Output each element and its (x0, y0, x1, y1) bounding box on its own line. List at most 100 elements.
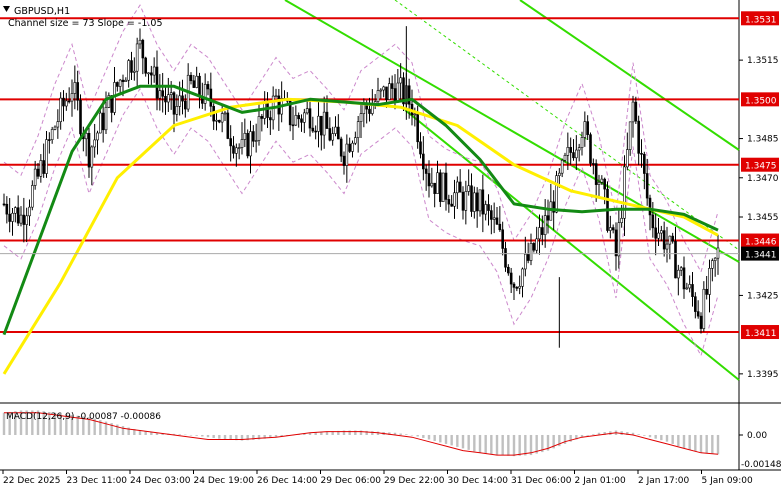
candle-body (458, 181, 462, 193)
candle-body (662, 230, 666, 250)
candle-body (121, 79, 125, 82)
candle-body (376, 90, 380, 102)
candle-body (447, 199, 451, 205)
candle-body (348, 143, 351, 152)
candle-body (470, 185, 473, 212)
level-label: 1.3475 (745, 162, 777, 172)
candle-body (118, 79, 122, 87)
candle-body (467, 185, 470, 192)
candle-body (152, 66, 156, 76)
macd-histogram-bar (410, 434, 414, 436)
candle-body (359, 113, 363, 122)
candle-body (549, 201, 553, 221)
candle-body (362, 104, 366, 114)
macd-histogram-bar (121, 426, 125, 435)
candle-body (220, 113, 224, 123)
candle-body (521, 268, 524, 287)
candle-body (90, 146, 94, 168)
candle-body (657, 232, 660, 239)
candle-body (87, 132, 91, 168)
candle-body (546, 215, 550, 221)
macd-histogram-bar (473, 434, 476, 452)
macd-histogram-bar (648, 434, 652, 438)
candle-body (382, 86, 385, 91)
level-label: 1.3500 (745, 96, 777, 106)
candle-body (603, 178, 606, 190)
candle-body (25, 215, 28, 225)
macd-histogram-bar (694, 434, 697, 452)
candle-body (16, 207, 20, 224)
x-tick-label: 22 Dec 2025 (3, 476, 61, 486)
candle-body (39, 160, 43, 177)
macd-histogram-bar (439, 434, 442, 443)
candle-body (144, 57, 147, 74)
candle-body (19, 214, 23, 224)
macd-min-label: -0.00148 (741, 460, 781, 470)
macd-histogram-bar (478, 434, 482, 453)
candle-body (696, 311, 700, 317)
candle-body (178, 95, 181, 107)
candle-body (577, 147, 581, 151)
candle-body (303, 112, 306, 123)
candle-body (209, 88, 213, 107)
candle-body (184, 100, 187, 110)
candle-body (453, 192, 456, 207)
candle-body (93, 139, 96, 148)
candle-body (682, 267, 686, 290)
candle-body (53, 126, 57, 130)
candle-body (586, 121, 589, 135)
candle-body (515, 287, 519, 289)
macd-zero-label: 0.00 (747, 431, 767, 441)
candle-body (475, 192, 479, 212)
candle-body (688, 284, 691, 289)
candle-body (175, 106, 179, 115)
candle-body (484, 204, 487, 215)
candle-body (617, 222, 621, 257)
level-label: 1.3411 (745, 329, 777, 339)
macd-histogram-bar (592, 434, 595, 435)
candle-body (611, 227, 615, 231)
macd-histogram-bar (178, 434, 181, 435)
candle-body (413, 113, 417, 116)
candle-body (48, 139, 51, 141)
candle-body (498, 223, 502, 231)
candle-body (67, 100, 71, 103)
candle-body (141, 39, 145, 59)
candle-body (76, 82, 79, 101)
candle-body (572, 152, 575, 159)
x-tick-label: 2 Jan 17:00 (638, 476, 690, 486)
candle-body (637, 120, 640, 154)
candle-body (713, 257, 717, 261)
macd-histogram-bar (433, 434, 436, 441)
candle-body (388, 83, 391, 100)
candle-body (694, 296, 697, 312)
x-tick-label: 31 Dec 06:00 (511, 476, 572, 486)
y-tick-label: 1.3470 (747, 174, 779, 184)
candle-body (249, 131, 252, 157)
y-tick-label: 1.3455 (747, 213, 779, 223)
candle-body (342, 155, 346, 166)
candle-body (138, 39, 142, 45)
candle-body (130, 60, 133, 73)
candle-body (526, 253, 530, 261)
candle-body (260, 116, 264, 119)
macd-histogram-bar (490, 434, 493, 455)
candle-body (450, 203, 453, 207)
candle-body (671, 235, 674, 242)
candle-body (651, 214, 655, 229)
candle-body (393, 88, 397, 102)
candle-body (665, 243, 669, 250)
candle-body (560, 159, 564, 174)
macd-histogram-bar (529, 434, 533, 456)
candle-body (354, 137, 357, 144)
candle-body (677, 269, 680, 279)
candle-body (558, 172, 561, 176)
macd-histogram-bar (563, 434, 567, 444)
candle-body (356, 121, 360, 138)
candle-body (150, 72, 153, 76)
candle-body (274, 95, 278, 98)
candle-body (716, 247, 720, 259)
y-tick-label: 1.3485 (747, 135, 779, 145)
candle-body (524, 253, 527, 270)
candle-body (339, 138, 343, 157)
